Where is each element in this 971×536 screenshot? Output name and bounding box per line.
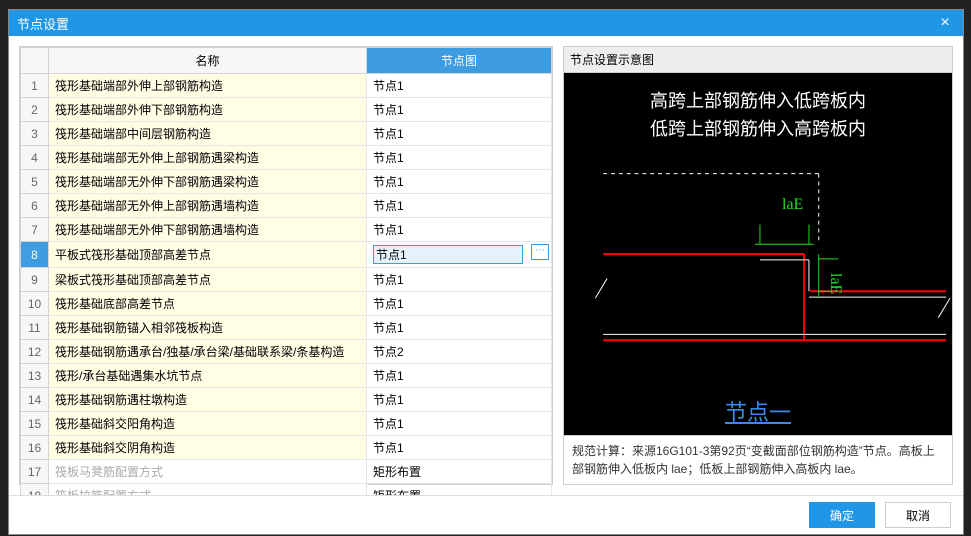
diagram-text-2: 低跨上部钢筋伸入高跨板内 [564, 115, 952, 141]
table-row[interactable]: 10筏形基础底部高差节点节点1 [21, 292, 552, 316]
row-name: 筏形基础钢筋锚入相邻筏板构造 [48, 316, 366, 340]
lae-label-1: laE [782, 196, 803, 214]
row-index: 3 [21, 122, 49, 146]
row-graph[interactable]: 节点1 [367, 170, 552, 194]
row-index: 6 [21, 194, 49, 218]
row-index: 2 [21, 98, 49, 122]
row-name: 筏形基础斜交阳角构造 [48, 412, 366, 436]
row-graph[interactable]: 矩形布置 [367, 460, 552, 484]
table-row[interactable]: 8平板式筏形基础顶部高差节点节点1 ⋯ [21, 242, 552, 268]
row-index: 18 [21, 484, 49, 496]
close-icon[interactable]: × [935, 13, 955, 33]
row-graph[interactable]: 节点1 [367, 436, 552, 460]
table-row[interactable]: 12筏形基础钢筋遇承台/独基/承台梁/基础联系梁/条基构造节点2 [21, 340, 552, 364]
table-row[interactable]: 3筏形基础端部中间层钢筋构造节点1 [21, 122, 552, 146]
row-name: 筏板拉筋配置方式 [48, 484, 366, 496]
table-row[interactable]: 18筏板拉筋配置方式矩形布置 [21, 484, 552, 496]
table-row[interactable]: 4筏形基础端部无外伸上部钢筋遇梁构造节点1 [21, 146, 552, 170]
table-row[interactable]: 9梁板式筏形基础顶部高差节点节点1 [21, 268, 552, 292]
table-row[interactable]: 7筏形基础端部无外伸下部钢筋遇墙构造节点1 [21, 218, 552, 242]
row-name: 筏形基础钢筋遇柱墩构造 [48, 388, 366, 412]
dialog-title: 节点设置 [17, 14, 69, 33]
row-graph[interactable]: 节点1 [367, 218, 552, 242]
preview-title: 节点设置示意图 [564, 47, 952, 73]
table-row[interactable]: 14筏形基础钢筋遇柱墩构造节点1 [21, 388, 552, 412]
table-row[interactable]: 11筏形基础钢筋锚入相邻筏板构造节点1 [21, 316, 552, 340]
row-graph[interactable]: 节点1 [367, 316, 552, 340]
row-name: 筏形基础端部外伸下部钢筋构造 [48, 98, 366, 122]
row-graph[interactable]: 矩形布置 [367, 484, 552, 496]
row-graph[interactable]: 节点1 ⋯ [367, 242, 552, 268]
table-row[interactable]: 17筏板马凳筋配置方式矩形布置 [21, 460, 552, 484]
row-index: 13 [21, 364, 49, 388]
row-index: 4 [21, 146, 49, 170]
table-row[interactable]: 16筏形基础斜交阴角构造节点1 [21, 436, 552, 460]
row-index: 9 [21, 268, 49, 292]
row-graph[interactable]: 节点1 [367, 122, 552, 146]
row-name: 筏形基础端部无外伸下部钢筋遇梁构造 [48, 170, 366, 194]
dialog-body: 名称 节点图 1筏形基础端部外伸上部钢筋构造节点12筏形基础端部外伸下部钢筋构造… [9, 36, 963, 495]
row-index: 12 [21, 340, 49, 364]
nodes-table: 名称 节点图 1筏形基础端部外伸上部钢筋构造节点12筏形基础端部外伸下部钢筋构造… [20, 47, 552, 495]
row-name: 梁板式筏形基础顶部高差节点 [48, 268, 366, 292]
titlebar: 节点设置 × [9, 10, 963, 36]
header-graph[interactable]: 节点图 [367, 48, 552, 74]
row-name: 筏形基础端部中间层钢筋构造 [48, 122, 366, 146]
row-graph[interactable]: 节点1 [367, 268, 552, 292]
diagram: 高跨上部钢筋伸入低跨板内 低跨上部钢筋伸入高跨板内 laE laE [564, 73, 952, 435]
row-graph[interactable]: 节点1 [367, 74, 552, 98]
row-name: 筏形基础钢筋遇承台/独基/承台梁/基础联系梁/条基构造 [48, 340, 366, 364]
row-index: 1 [21, 74, 49, 98]
node-settings-dialog: 节点设置 × 名称 节点图 1筏形基础端部外伸上部钢筋构造节点12筏形基础端部外… [8, 9, 964, 535]
row-index: 14 [21, 388, 49, 412]
row-name: 筏形基础端部无外伸下部钢筋遇墙构造 [48, 218, 366, 242]
row-graph[interactable]: 节点1 [367, 194, 552, 218]
diagram-node-label: 节点一 [564, 395, 952, 427]
row-name: 筏形基础端部无外伸上部钢筋遇梁构造 [48, 146, 366, 170]
row-index: 10 [21, 292, 49, 316]
table-row[interactable]: 6筏形基础端部无外伸上部钢筋遇墙构造节点1 [21, 194, 552, 218]
row-index: 17 [21, 460, 49, 484]
diagram-text-1: 高跨上部钢筋伸入低跨板内 [564, 87, 952, 113]
dialog-footer: 确定 取消 [9, 495, 963, 534]
table-row[interactable]: 13筏形/承台基础遇集水坑节点节点1 [21, 364, 552, 388]
row-graph[interactable]: 节点1 [367, 146, 552, 170]
header-idx [21, 48, 49, 74]
table-header-row: 名称 节点图 [21, 48, 552, 74]
row-name: 筏形基础端部无外伸上部钢筋遇墙构造 [48, 194, 366, 218]
table-row[interactable]: 15筏形基础斜交阳角构造节点1 [21, 412, 552, 436]
table-row[interactable]: 1筏形基础端部外伸上部钢筋构造节点1 [21, 74, 552, 98]
graph-value[interactable]: 节点1 [373, 245, 523, 264]
row-graph[interactable]: 节点1 [367, 364, 552, 388]
row-graph[interactable]: 节点1 [367, 412, 552, 436]
header-name: 名称 [48, 48, 366, 74]
cancel-button[interactable]: 取消 [885, 502, 951, 528]
row-graph[interactable]: 节点1 [367, 98, 552, 122]
table-pane: 名称 节点图 1筏形基础端部外伸上部钢筋构造节点12筏形基础端部外伸下部钢筋构造… [19, 46, 553, 485]
row-name: 筏形基础底部高差节点 [48, 292, 366, 316]
row-index: 8 [21, 242, 49, 268]
row-name: 筏形基础斜交阴角构造 [48, 436, 366, 460]
row-graph[interactable]: 节点2 [367, 340, 552, 364]
row-name: 平板式筏形基础顶部高差节点 [48, 242, 366, 268]
preview-desc: 规范计算：来源16G101-3第92页“变截面部位钢筋构造”节点。高板上部钢筋伸… [564, 435, 952, 484]
row-index: 15 [21, 412, 49, 436]
row-name: 筏形基础端部外伸上部钢筋构造 [48, 74, 366, 98]
more-button[interactable]: ⋯ [531, 244, 549, 260]
row-index: 16 [21, 436, 49, 460]
row-name: 筏板马凳筋配置方式 [48, 460, 366, 484]
row-index: 7 [21, 218, 49, 242]
row-name: 筏形/承台基础遇集水坑节点 [48, 364, 366, 388]
preview-pane: 节点设置示意图 高跨上部钢筋伸入低跨板内 低跨上部钢筋伸入高跨板内 laE la… [563, 46, 953, 485]
ok-button[interactable]: 确定 [809, 502, 875, 528]
table-row[interactable]: 5筏形基础端部无外伸下部钢筋遇梁构造节点1 [21, 170, 552, 194]
lae-label-2: laE [826, 273, 844, 294]
row-graph[interactable]: 节点1 [367, 388, 552, 412]
row-index: 11 [21, 316, 49, 340]
row-index: 5 [21, 170, 49, 194]
table-row[interactable]: 2筏形基础端部外伸下部钢筋构造节点1 [21, 98, 552, 122]
row-graph[interactable]: 节点1 [367, 292, 552, 316]
